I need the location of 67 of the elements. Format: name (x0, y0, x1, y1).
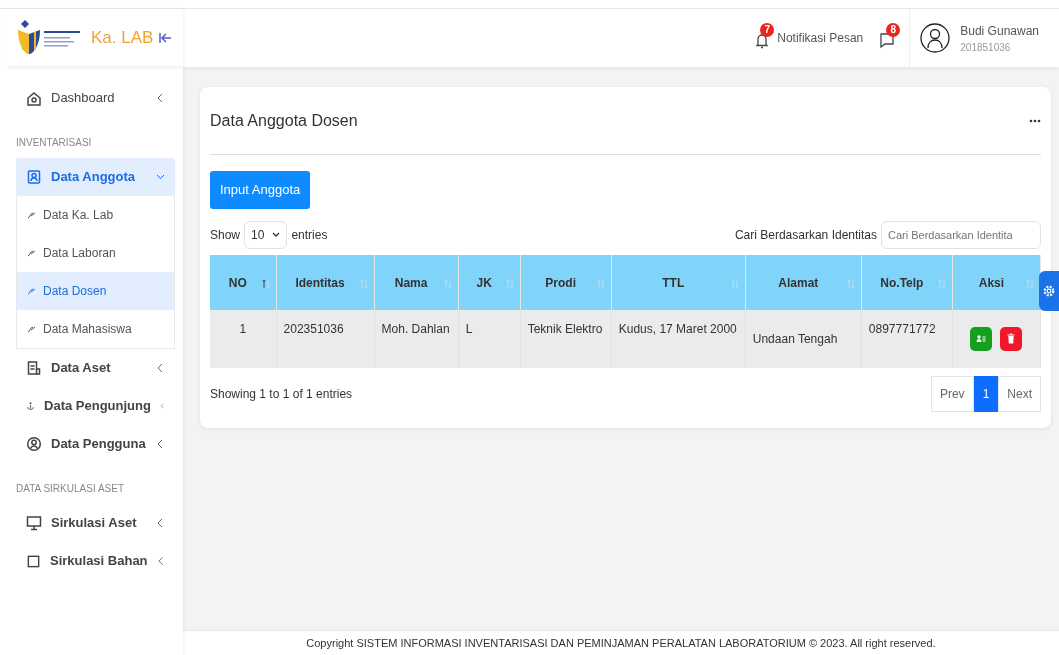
table-info: Showing 1 to 1 of 1 entries (210, 386, 353, 403)
column-header[interactable]: No.Telp (861, 255, 953, 310)
table-cell: Teknik Elektro (527, 322, 603, 336)
messages-label[interactable]: Notifikasi Pesan (777, 29, 864, 47)
show-label: Show (210, 226, 241, 244)
link-icon (27, 324, 37, 334)
column-header[interactable]: Aksi (952, 255, 1041, 310)
page-button[interactable]: Prev (930, 376, 974, 412)
more-icon[interactable] (1029, 118, 1041, 123)
table-cell: Undaan Tengah (752, 332, 838, 346)
table-cell: 202351036 (283, 322, 344, 336)
menu-icon (26, 90, 42, 106)
edit-button[interactable] (970, 327, 993, 352)
link-icon (27, 248, 37, 258)
link-icon (27, 210, 37, 220)
delete-button[interactable] (1000, 326, 1023, 351)
search-label: Cari Berdasarkan Identitas (734, 226, 877, 244)
menu-icon (26, 553, 41, 569)
column-header[interactable]: NO (210, 255, 277, 310)
column-header[interactable]: TTL (611, 255, 746, 310)
submenu-item[interactable]: Data Dosen (17, 272, 174, 310)
section-header: INVENTARISASI (16, 136, 93, 150)
settings-button[interactable] (1039, 271, 1059, 311)
menu-icon (26, 169, 42, 185)
table-cell: Moh. Dahlan (381, 322, 450, 336)
caret-icon (272, 232, 281, 238)
settings-icon (1042, 284, 1056, 298)
link-icon (27, 286, 37, 296)
page-button[interactable]: 1 (973, 376, 999, 412)
card-title: Data Anggota Dosen (210, 110, 358, 131)
user-id: 201851036 (960, 40, 1012, 55)
table-cell: 1 (239, 322, 247, 336)
table-cell: L (465, 322, 473, 336)
sidebar-item[interactable]: Sirkulasi Aset (16, 504, 175, 542)
user-name: Budi Gunawan (960, 22, 1039, 40)
sidebar-item[interactable]: Sirkulasi Bahan (16, 542, 175, 580)
submenu-item[interactable]: Data Mahasiswa (17, 310, 174, 348)
notification-badge: 7 (760, 23, 775, 37)
message-badge: 8 (886, 23, 901, 37)
sidebar-item[interactable]: Data Pengunjung (16, 387, 175, 425)
footer-text: Copyright SISTEM INFORMASI INVENTARISASI DAN PEMINJAMAN PERALATAN LABORATORIUM © 2023. All right reserved. (183, 630, 1059, 655)
menu-icon (26, 436, 42, 452)
sidebar-item[interactable]: Dashboard (16, 79, 175, 117)
sidebar-item[interactable]: Data Pengguna (16, 425, 175, 463)
column-header[interactable]: Nama (374, 255, 459, 310)
search-field[interactable]: Cari Berdasarkan Identita (881, 220, 1041, 249)
entries-select[interactable]: 10 (244, 220, 288, 249)
section-header: DATA SIRKULASI ASET (16, 482, 125, 496)
column-header[interactable]: JK (458, 255, 521, 310)
table-cell: 0897771772 (868, 322, 936, 336)
menu-icon (26, 515, 42, 531)
submenu-item[interactable]: Data Laboran (17, 234, 174, 272)
sidebar-item[interactable]: Data Aset (16, 349, 175, 387)
column-header[interactable]: Prodi (520, 255, 612, 310)
trash-icon (1007, 333, 1016, 345)
menu-icon (26, 360, 42, 376)
column-header[interactable]: Alamat (745, 255, 862, 310)
column-header[interactable]: Identitas (276, 255, 375, 310)
table-cell: Kudus, 17 Maret 2000 (618, 322, 737, 336)
user-avatar-icon[interactable] (920, 23, 951, 53)
sidebar-item[interactable]: Data Anggota (16, 158, 175, 196)
brand-title: Ka. LAB (91, 26, 154, 49)
submenu-item[interactable]: Data Ka. Lab (17, 196, 174, 234)
entries-label: entries (291, 226, 328, 244)
user-list-icon (976, 334, 987, 345)
page-button[interactable]: Next (998, 376, 1041, 412)
collapse-icon[interactable] (159, 31, 174, 44)
